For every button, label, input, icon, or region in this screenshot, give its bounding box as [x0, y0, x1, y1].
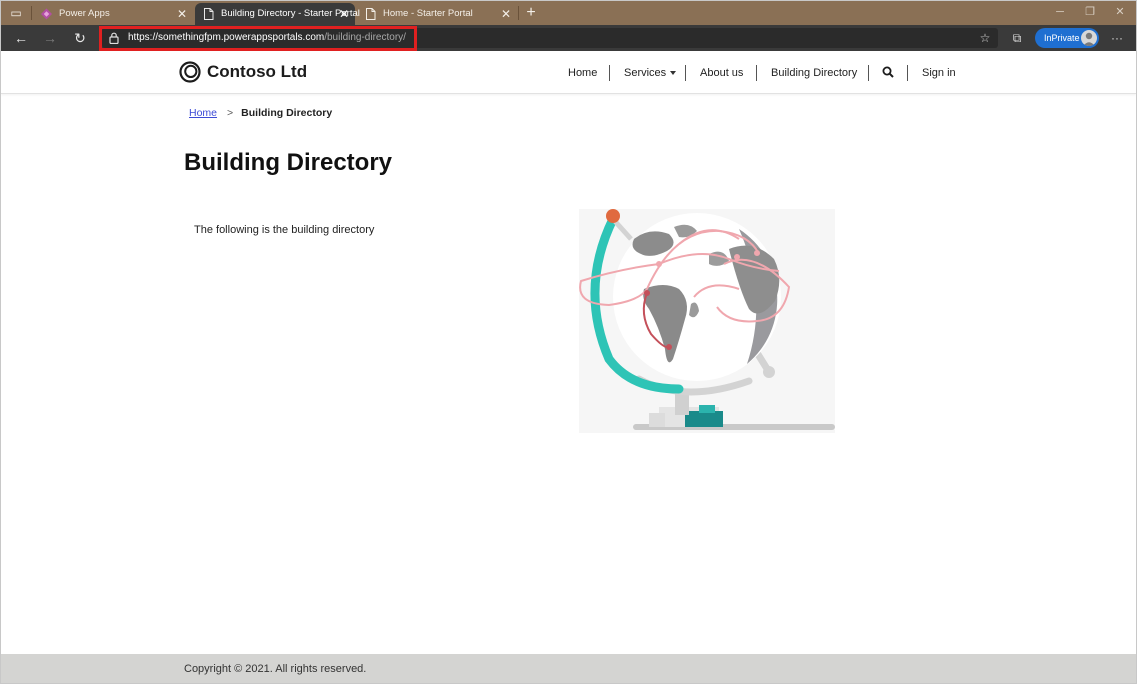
add-favorite-icon[interactable]: ☆ — [976, 29, 994, 47]
tab-power-apps[interactable]: Power Apps ✕ — [33, 3, 193, 25]
close-tab-icon[interactable]: ✕ — [501, 3, 511, 25]
nav-divider — [609, 65, 610, 81]
tab-title: Home - Starter Portal — [383, 8, 473, 19]
brand[interactable]: Contoso Ltd — [179, 60, 307, 84]
back-icon[interactable]: ← — [11, 29, 31, 47]
tab-divider — [31, 6, 32, 20]
breadcrumb: Home > Building Directory — [189, 107, 332, 119]
profile-avatar — [1081, 30, 1097, 46]
avatar-icon — [1083, 32, 1095, 46]
minimize-icon[interactable]: ─ — [1045, 4, 1075, 20]
power-apps-icon — [41, 8, 52, 20]
copyright-text: Copyright © 2021. All rights reserved. — [184, 663, 367, 675]
collections-icon[interactable]: ⧉ — [1008, 29, 1026, 47]
address-highlight-box — [99, 26, 417, 51]
restore-icon[interactable]: ❐ — [1075, 4, 1105, 20]
page-icon — [204, 8, 214, 20]
tab-building-directory[interactable]: Building Directory - Starter Portal ✕ — [195, 3, 360, 25]
tab-title: Power Apps — [59, 8, 110, 19]
brand-name: Contoso Ltd — [207, 62, 308, 81]
nav-building-directory[interactable]: Building Directory — [771, 64, 857, 82]
more-options-icon[interactable]: ··· — [1108, 29, 1126, 47]
browser-window: ▭ Power Apps ✕ Building Directory - Star… — [0, 0, 1137, 684]
tab-home-starter-portal[interactable]: Home - Starter Portal ✕ — [357, 3, 517, 25]
breadcrumb-current: Building Directory — [241, 107, 333, 119]
breadcrumb-separator: > — [227, 107, 234, 119]
globe-illustration — [579, 209, 835, 433]
intro-text: The following is the building directory — [194, 224, 375, 236]
tab-divider — [518, 6, 519, 20]
nav-divider — [685, 65, 686, 81]
new-tab-icon[interactable]: + — [521, 3, 541, 23]
close-window-icon[interactable]: ✕ — [1105, 4, 1135, 20]
site-footer: Copyright © 2021. All rights reserved. — [1, 654, 1136, 683]
nav-divider — [756, 65, 757, 81]
close-tab-icon[interactable]: ✕ — [177, 3, 187, 25]
site-header: Contoso Ltd Home Services About us Build… — [1, 51, 1136, 94]
inprivate-label: InPrivate — [1044, 33, 1080, 43]
refresh-icon[interactable]: ↻ — [70, 29, 90, 47]
nav-divider — [868, 65, 869, 81]
tab-actions-icon[interactable]: ▭ — [7, 5, 25, 21]
page-title: Building Directory — [184, 149, 393, 176]
chevron-down-icon — [670, 71, 677, 76]
nav-divider — [907, 65, 908, 81]
search-icon[interactable] — [882, 66, 894, 78]
breadcrumb-home-link[interactable]: Home — [189, 107, 217, 119]
nav-sign-in[interactable]: Sign in — [922, 64, 956, 82]
forward-icon[interactable]: → — [40, 29, 60, 47]
nav-services[interactable]: Services — [624, 64, 677, 82]
page-icon — [366, 8, 376, 20]
nav-about[interactable]: About us — [700, 64, 743, 82]
contoso-logo — [179, 61, 201, 83]
inprivate-button[interactable]: InPrivate — [1035, 28, 1099, 48]
close-tab-icon[interactable]: ✕ — [339, 3, 349, 25]
nav-services-label: Services — [624, 67, 667, 79]
tab-strip: ▭ Power Apps ✕ Building Directory - Star… — [1, 1, 1136, 25]
nav-home[interactable]: Home — [568, 64, 597, 82]
